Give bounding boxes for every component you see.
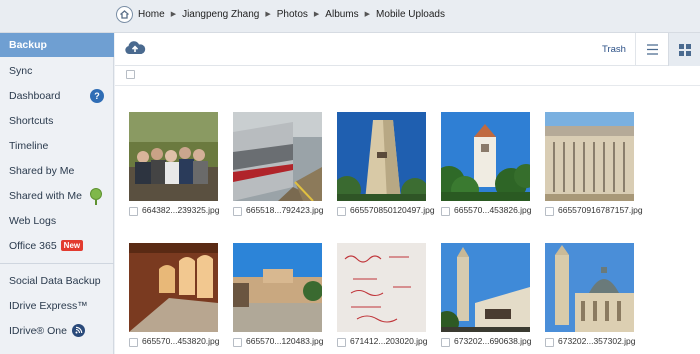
rss-icon <box>71 324 85 337</box>
help-icon[interactable]: ? <box>90 89 104 103</box>
main-panel: Trash 664382...239325.jpg 665518...79242… <box>115 33 700 354</box>
sidebar-item-label: Timeline <box>9 140 49 152</box>
sidebar-item-label: Shared with Me <box>9 190 82 202</box>
breadcrumb-albums[interactable]: Albums <box>325 9 358 20</box>
sidebar-item-dashboard[interactable]: Dashboard? <box>0 84 114 108</box>
sidebar-item-sync[interactable]: Sync <box>0 59 114 83</box>
photo-tile[interactable]: 665570...453820.jpg <box>129 243 233 354</box>
photo-filename: 665518...792423.jpg <box>246 205 324 215</box>
photo-thumbnail[interactable] <box>337 243 426 332</box>
grid-view-icon[interactable] <box>668 33 700 66</box>
sidebar-item-shortcuts[interactable]: Shortcuts <box>0 109 114 133</box>
breadcrumb-photos[interactable]: Photos <box>277 9 308 20</box>
photo-thumbnail[interactable] <box>233 243 322 332</box>
chevron-right-icon: ▶ <box>265 11 271 18</box>
photo-thumbnail[interactable] <box>129 243 218 332</box>
photo-thumbnail[interactable] <box>545 243 634 332</box>
sidebar-item-office-365[interactable]: Office 365 New <box>0 234 114 258</box>
photo-tile[interactable]: 665570850120497.jpg <box>337 112 441 230</box>
sidebar-item-idrive-one[interactable]: IDrive® One <box>0 319 114 343</box>
sidebar-item-idrive-express[interactable]: IDrive Express™ <box>0 294 114 318</box>
list-view-icon[interactable] <box>635 33 668 66</box>
trash-button[interactable]: Trash <box>602 44 626 55</box>
photo-grid: 664382...239325.jpg 665518...792423.jpg … <box>115 87 700 354</box>
sidebar-item-web-logs[interactable]: Web Logs <box>0 209 114 233</box>
photo-tile[interactable]: 664382...239325.jpg <box>129 112 233 230</box>
select-all-checkbox[interactable] <box>126 70 135 79</box>
photo-tile[interactable]: 673202...690638.jpg <box>441 243 545 354</box>
photo-checkbox[interactable] <box>129 207 138 216</box>
new-badge: New <box>60 240 84 251</box>
photo-checkbox[interactable] <box>441 338 450 347</box>
photo-tile[interactable]: 673202...357302.jpg <box>545 243 649 354</box>
toolbar: Trash <box>115 33 700 66</box>
photo-checkbox[interactable] <box>233 338 242 347</box>
sidebar-item-label: Social Data Backup <box>9 275 101 287</box>
pin-icon <box>90 188 102 205</box>
sidebar-item-label: Office 365 <box>9 240 57 252</box>
sidebar-item-timeline[interactable]: Timeline <box>0 134 114 158</box>
chevron-right-icon: ▶ <box>364 11 371 18</box>
sidebar-item-shared-by-me[interactable]: Shared by Me <box>0 159 114 183</box>
photo-tile[interactable]: 671412...203020.jpg <box>337 243 441 354</box>
photo-checkbox[interactable] <box>545 207 554 216</box>
photo-thumbnail[interactable] <box>441 112 530 201</box>
breadcrumb-home[interactable]: Home <box>138 9 165 20</box>
photo-tile[interactable]: 665518...792423.jpg <box>233 112 337 230</box>
photo-thumbnail[interactable] <box>337 112 426 201</box>
photo-filename: 671412...203020.jpg <box>350 336 428 346</box>
sidebar-item-backup[interactable]: Backup <box>0 33 114 57</box>
photo-thumbnail[interactable] <box>545 112 634 201</box>
sidebar-item-social-data-backup[interactable]: Social Data Backup <box>0 269 114 293</box>
breadcrumb-bar: Home ▶ Jiangpeng Zhang ▶ Photos ▶ Albums ▶ Mobil… <box>0 0 700 33</box>
sidebar-item-label: Sync <box>9 65 33 77</box>
photo-checkbox[interactable] <box>129 338 138 347</box>
photo-checkbox[interactable] <box>233 207 242 216</box>
sidebar-item-label: Backup <box>9 39 47 51</box>
sidebar-item-label: IDrive Express™ <box>9 300 88 312</box>
sidebar-item-label: IDrive® One <box>9 325 67 337</box>
photo-filename: 665570...453820.jpg <box>142 336 220 346</box>
sidebar-item-label: Shortcuts <box>9 115 54 127</box>
chevron-right-icon: ▶ <box>313 11 320 18</box>
photo-checkbox[interactable] <box>441 207 450 216</box>
photo-checkbox[interactable] <box>545 338 554 347</box>
sidebar-item-label: Shared by Me <box>9 165 75 177</box>
photo-thumbnail[interactable] <box>129 112 218 201</box>
photo-thumbnail[interactable] <box>233 112 322 201</box>
select-all-bar <box>115 66 700 86</box>
photo-filename: 673202...357302.jpg <box>558 336 636 346</box>
breadcrumb: Home ▶ Jiangpeng Zhang ▶ Photos ▶ Albums ▶ Mobil… <box>138 9 445 20</box>
photo-tile[interactable]: 665570...453826.jpg <box>441 112 545 230</box>
photo-filename: 665570916787157.jpg <box>558 205 643 215</box>
photo-filename: 665570...120483.jpg <box>246 336 324 346</box>
photo-filename: 665570850120497.jpg <box>350 205 435 215</box>
photo-checkbox[interactable] <box>337 207 346 216</box>
breadcrumb-user[interactable]: Jiangpeng Zhang <box>182 9 259 20</box>
sidebar-item-label: Web Logs <box>9 215 57 227</box>
home-icon[interactable] <box>116 6 133 23</box>
sidebar: Backup Sync Dashboard? Shortcuts Timelin… <box>0 33 114 354</box>
photo-tile[interactable]: 665570...120483.jpg <box>233 243 337 354</box>
sidebar-item-shared-with-me[interactable]: Shared with Me <box>0 184 114 208</box>
sidebar-item-label: Dashboard <box>9 90 61 102</box>
photo-filename: 665570...453826.jpg <box>454 205 532 215</box>
chevron-right-icon: ▶ <box>170 11 177 18</box>
photo-filename: 664382...239325.jpg <box>142 205 220 215</box>
breadcrumb-current: Mobile Uploads <box>376 9 445 20</box>
photo-checkbox[interactable] <box>337 338 346 347</box>
cloud-upload-icon[interactable] <box>124 39 146 62</box>
photo-tile[interactable]: 665570916787157.jpg <box>545 112 649 230</box>
sidebar-divider <box>0 263 114 264</box>
photo-filename: 673202...690638.jpg <box>454 336 532 346</box>
photo-thumbnail[interactable] <box>441 243 530 332</box>
